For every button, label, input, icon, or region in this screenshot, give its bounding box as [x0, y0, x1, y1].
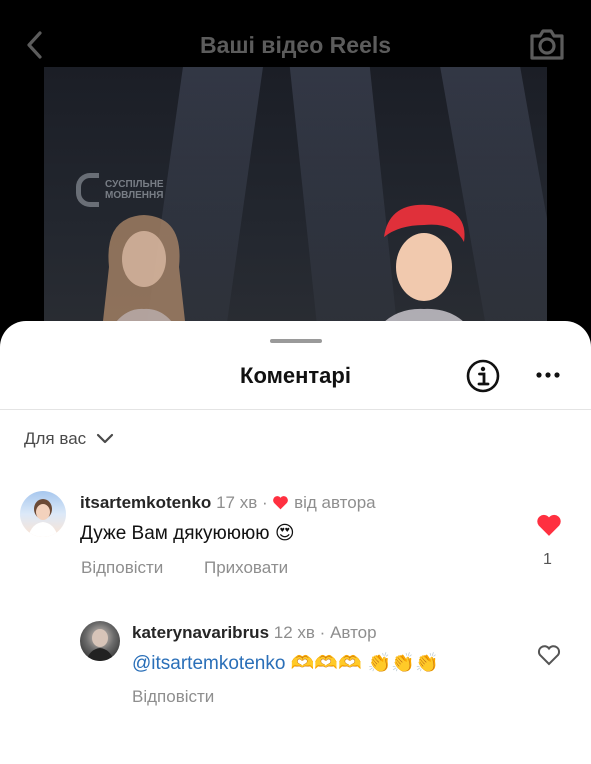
- comment-username[interactable]: itsartemkotenko: [80, 493, 211, 512]
- reply-button[interactable]: Відповісти: [132, 687, 214, 707]
- camera-icon[interactable]: [528, 26, 566, 62]
- reply-time: 12 хв: [273, 623, 315, 642]
- comments-title: Коментарі: [240, 363, 351, 388]
- info-icon[interactable]: [466, 359, 500, 393]
- sheet-divider: [0, 409, 591, 410]
- reply-text-row: @itsartemkotenko 🫶🫶🫶 👏👏👏: [132, 651, 439, 675]
- hide-button[interactable]: Приховати: [204, 558, 288, 578]
- avatar[interactable]: [20, 491, 66, 537]
- meta-separator: ·: [261, 493, 268, 512]
- avatar[interactable]: [80, 621, 120, 661]
- meta-separator: ·: [319, 623, 326, 642]
- reply-emoji: 🫶🫶🫶 👏👏👏: [290, 652, 439, 674]
- reply-button[interactable]: Відповісти: [81, 558, 163, 578]
- reel-video-preview[interactable]: СУСПІЛЬНЕ МОВЛЕННЯ: [44, 67, 547, 337]
- comment-emoji: 😍: [274, 522, 295, 544]
- like-heart-filled-icon[interactable]: [536, 513, 562, 537]
- performer-left-figure: [101, 215, 187, 337]
- mention-link[interactable]: @itsartemkotenko: [132, 653, 285, 674]
- comment-meta: itsartemkotenko 17 хв · від автора: [80, 493, 376, 513]
- heart-filled-icon: [273, 496, 289, 510]
- reply-meta: katerynavaribrus 12 хв · Автор: [132, 623, 377, 643]
- more-options-icon[interactable]: [534, 365, 562, 385]
- author-badge: Автор: [330, 623, 377, 642]
- page-title: Ваші відео Reels: [199, 32, 392, 58]
- reply-username[interactable]: katerynavaribrus: [132, 623, 269, 642]
- like-heart-outline-icon[interactable]: [537, 644, 561, 666]
- watermark-line-1: СУСПІЛЬНЕ: [105, 179, 164, 190]
- like-count: 1: [543, 551, 552, 568]
- liked-by-author-label: від автора: [294, 493, 376, 512]
- performer-right-figure: [372, 204, 476, 337]
- chevron-down-icon: [97, 433, 114, 444]
- comment-time: 17 хв: [216, 493, 258, 512]
- comment-filter-dropdown[interactable]: Для вас: [24, 429, 114, 449]
- filter-label: Для вас: [24, 429, 87, 448]
- comment-text-row: Дуже Вам дякуюююю 😍: [80, 522, 295, 545]
- sheet-drag-handle[interactable]: [270, 339, 322, 343]
- comment-text: Дуже Вам дякуюююю: [80, 523, 270, 544]
